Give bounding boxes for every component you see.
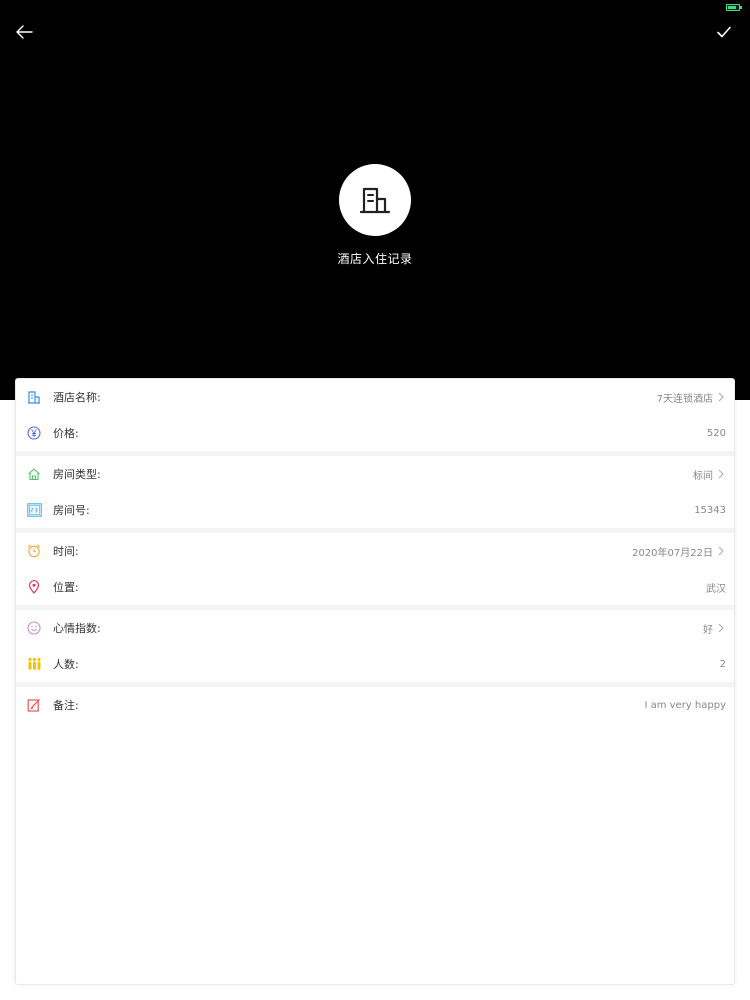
form-value-price: 520	[706, 427, 726, 439]
people-icon	[26, 656, 42, 672]
chevron-right-icon	[716, 469, 726, 479]
form-group-time-place: 时间: 2020年07月22日 位置: 武汉	[16, 533, 734, 605]
form-row-note[interactable]: 备注: I am very happy	[16, 687, 734, 723]
screen: 酒店入住记录 酒店名称: 7天连锁酒店 价格: 520 房间类型: 标间 房间号…	[0, 0, 750, 1000]
hotel-icon	[26, 389, 42, 405]
form-value-location: 武汉	[706, 583, 726, 595]
form-group-mood: 心情指数: 好 人数: 2	[16, 610, 734, 682]
page-title: 酒店入住记录	[337, 252, 413, 266]
back-button[interactable]	[12, 20, 36, 44]
form-label-room-type: 房间类型:	[53, 468, 101, 481]
yen-icon	[26, 425, 42, 441]
form-group-note: 备注: I am very happy	[16, 687, 734, 723]
form-group-hotel: 酒店名称: 7天连锁酒店 价格: 520	[16, 379, 734, 451]
form-row-hotel-name[interactable]: 酒店名称: 7天连锁酒店	[16, 379, 734, 415]
form-row-room-type[interactable]: 房间类型: 标间	[16, 456, 734, 492]
chevron-right-icon	[716, 392, 726, 402]
form-label-location: 位置:	[53, 581, 79, 594]
form-group-room: 房间类型: 标间 房间号: 15343	[16, 456, 734, 528]
form-row-mood[interactable]: 心情指数: 好	[16, 610, 734, 646]
form-label-room-number: 房间号:	[53, 504, 90, 517]
form-row-time[interactable]: 时间: 2020年07月22日	[16, 533, 734, 569]
alarm-clock-icon	[26, 543, 42, 559]
home-icon	[26, 466, 42, 482]
chevron-right-icon	[716, 623, 726, 633]
form-row-room-number[interactable]: 房间号: 15343	[16, 492, 734, 528]
record-form-card: 酒店名称: 7天连锁酒店 价格: 520 房间类型: 标间 房间号: 15343…	[15, 378, 735, 985]
category-avatar[interactable]	[339, 164, 411, 236]
note-edit-icon	[26, 697, 42, 713]
form-row-location[interactable]: 位置: 武汉	[16, 569, 734, 605]
room-number-icon	[26, 502, 42, 518]
form-value-note: I am very happy	[644, 699, 726, 711]
form-label-people: 人数:	[53, 658, 79, 671]
form-label-price: 价格:	[53, 427, 79, 440]
chevron-right-icon	[716, 546, 726, 556]
form-label-time: 时间:	[53, 545, 79, 558]
header-banner: 酒店入住记录	[0, 0, 750, 400]
checkmark-icon	[717, 26, 731, 38]
form-label-note: 备注:	[53, 699, 79, 712]
form-value-room-type: 标间	[693, 470, 713, 482]
form-label-hotel-name: 酒店名称:	[53, 391, 101, 404]
form-value-hotel-name: 7天连锁酒店	[656, 393, 713, 405]
arrow-left-icon	[16, 25, 33, 39]
confirm-button[interactable]	[712, 20, 736, 44]
battery-icon	[726, 4, 742, 11]
form-row-price[interactable]: 价格: 520	[16, 415, 734, 451]
form-row-people[interactable]: 人数: 2	[16, 646, 734, 682]
location-pin-icon	[26, 579, 42, 595]
smiley-icon	[26, 620, 42, 636]
form-label-mood: 心情指数:	[53, 622, 101, 635]
building-icon	[359, 187, 391, 214]
form-value-time: 2020年07月22日	[632, 547, 713, 559]
form-value-room-number: 15343	[694, 504, 726, 516]
form-value-people: 2	[719, 658, 726, 670]
form-value-mood: 好	[703, 624, 713, 636]
